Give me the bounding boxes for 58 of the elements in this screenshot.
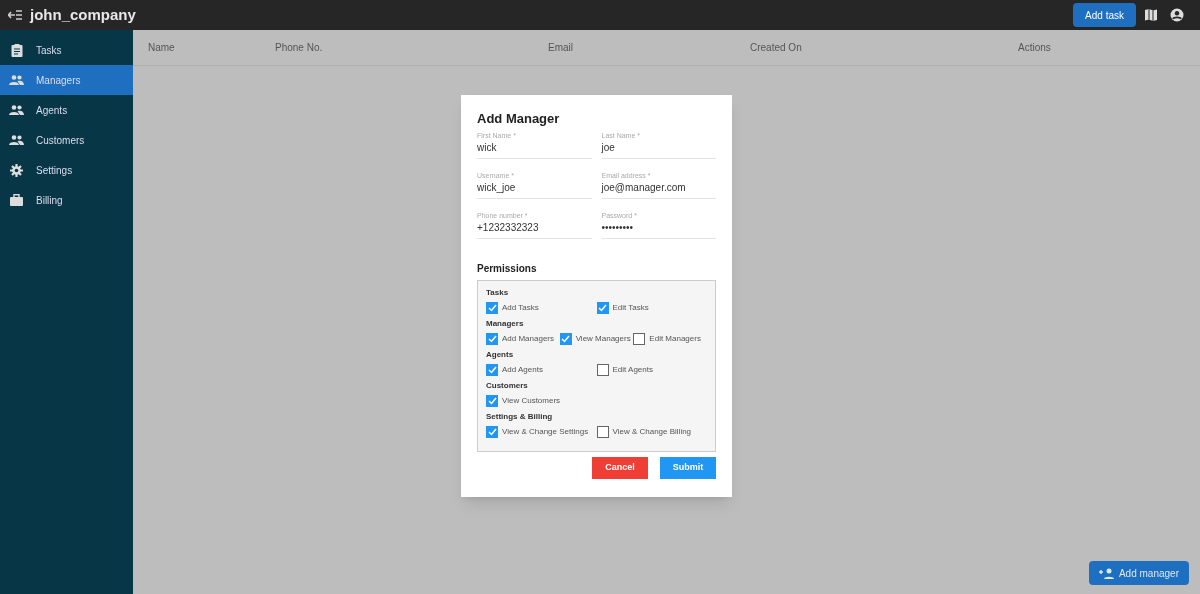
permission-label: View Customers: [502, 394, 561, 407]
app-title: john_company: [30, 4, 136, 25]
group-heading: Settings & Billing: [486, 410, 554, 422]
group-heading: Managers: [486, 317, 525, 329]
sidebar-item[interactable]: Managers: [0, 65, 133, 95]
account-icon[interactable]: [1170, 8, 1184, 22]
people-icon: [9, 105, 24, 115]
collapse-menu-icon[interactable]: [8, 9, 22, 21]
permission-label: View & Change Billing: [612, 425, 692, 438]
cancel-button[interactable]: Cancel: [592, 456, 648, 479]
sidebar-item[interactable]: Settings: [0, 155, 133, 185]
field-value: wick_joe: [477, 180, 517, 195]
field-value: wick: [477, 140, 498, 155]
sidebar-item[interactable]: Agents: [0, 95, 133, 125]
checkbox[interactable]: [486, 425, 498, 438]
add-person-icon: [1098, 567, 1115, 579]
map-icon[interactable]: [1144, 8, 1158, 22]
field-value: •••••••••: [601, 220, 634, 235]
add-manager-button[interactable]: Add manager: [1088, 561, 1189, 585]
column-header: Created On: [750, 42, 802, 53]
permission-label: Add Managers: [502, 332, 555, 345]
checkbox[interactable]: [486, 332, 498, 345]
permission-label: Add Agents: [502, 363, 543, 376]
briefcase-icon: [10, 194, 23, 206]
sidebar-item[interactable]: Customers: [0, 125, 133, 155]
gear-icon: [10, 163, 23, 177]
permissions-heading: Permissions: [477, 261, 538, 276]
checkbox[interactable]: [596, 363, 609, 376]
sidebar-item[interactable]: Billing: [0, 185, 133, 215]
column-header: Name: [148, 42, 175, 53]
permission-label: Edit Managers: [649, 332, 701, 345]
group-heading: Agents: [486, 348, 515, 360]
clipboard-icon: [10, 43, 23, 57]
permission-label: Add Tasks: [502, 301, 539, 314]
permission-label: View & Change Settings: [502, 425, 589, 438]
checkbox[interactable]: [486, 394, 498, 407]
column-header: Email: [548, 42, 573, 53]
checkbox[interactable]: [633, 332, 646, 345]
group-heading: Tasks: [486, 286, 510, 298]
checkbox[interactable]: [559, 332, 572, 345]
people-icon: [9, 135, 24, 145]
add-task-button[interactable]: Add task: [1073, 3, 1136, 27]
checkbox[interactable]: [596, 425, 609, 438]
checkbox[interactable]: [486, 363, 498, 376]
permission-label: View Managers: [575, 332, 631, 345]
column-header: Actions: [1018, 42, 1051, 53]
permission-label: Edit Tasks: [612, 301, 649, 314]
checkbox[interactable]: [596, 301, 609, 314]
field-value: +1232332323: [477, 220, 540, 235]
sidebar-item[interactable]: Tasks: [0, 35, 133, 65]
field-value: joe@manager.com: [601, 180, 687, 195]
dialog-title: Add Manager: [477, 110, 561, 128]
field-value: joe: [601, 140, 616, 155]
permission-label: Edit Agents: [612, 363, 653, 376]
people-icon: [9, 75, 24, 85]
group-heading: Customers: [486, 379, 529, 391]
checkbox[interactable]: [486, 301, 498, 314]
column-header: Phone No.: [275, 42, 323, 53]
